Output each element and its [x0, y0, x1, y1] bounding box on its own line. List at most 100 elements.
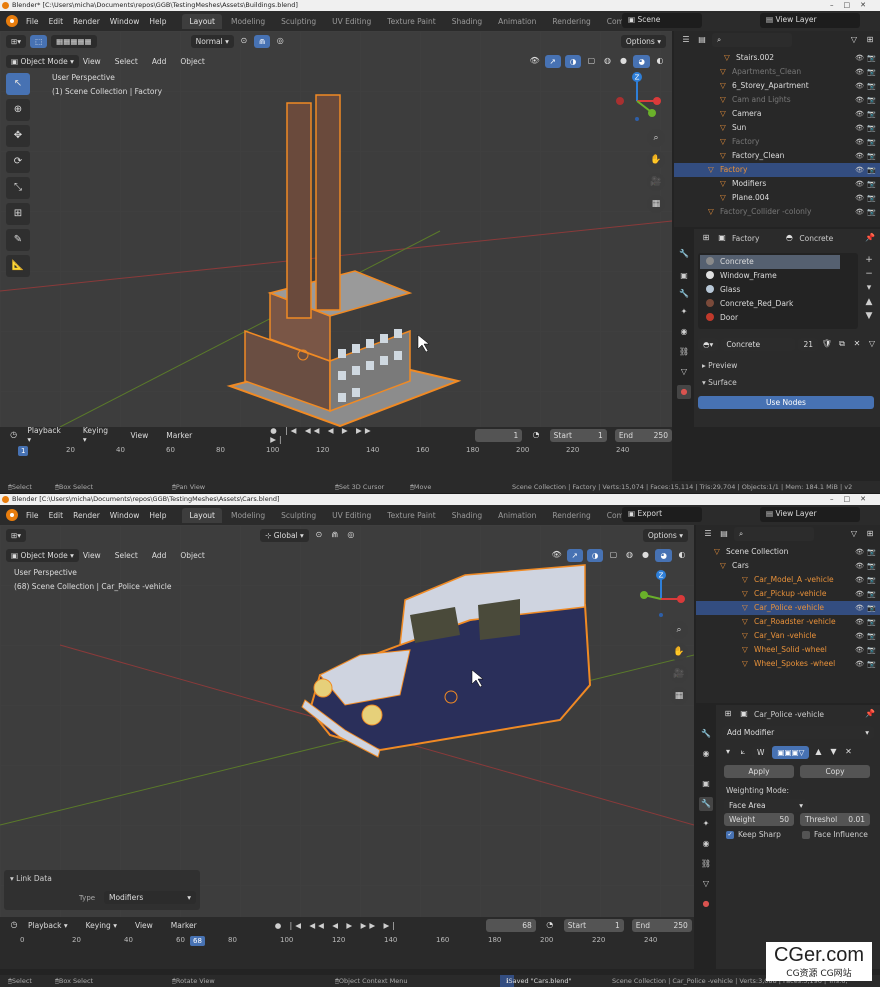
- measure-tool-icon[interactable]: 📐: [6, 255, 30, 277]
- viewport-menu-select[interactable]: Select: [115, 551, 138, 560]
- menu-render[interactable]: Render: [73, 17, 100, 26]
- render-camera-icon[interactable]: 📷: [867, 135, 876, 149]
- render-camera-icon[interactable]: 📷: [867, 559, 876, 573]
- object-tab-icon[interactable]: ▣: [699, 777, 713, 791]
- outliner-row[interactable]: ▽ Factory_Clean 👁 📷: [674, 149, 880, 163]
- browse-material-icon[interactable]: ◓▾: [698, 337, 719, 351]
- playback-controls[interactable]: ● |◀ ◀◀ ◀ ▶ ▶▶ ▶|: [275, 921, 398, 930]
- tab-modeling[interactable]: Modeling: [224, 508, 272, 523]
- timeline-keying[interactable]: Keying ▾: [83, 426, 113, 444]
- menu-edit[interactable]: Edit: [49, 17, 64, 26]
- overlay-toggle[interactable]: ◑: [586, 548, 604, 562]
- keep-sharp-checkbox[interactable]: ✓ Keep Sharp: [726, 830, 781, 839]
- material-slot[interactable]: Concrete: [700, 255, 840, 269]
- viewport-menu-object[interactable]: Object: [180, 57, 204, 66]
- start-frame-field[interactable]: Start 1: [549, 428, 607, 442]
- 3d-viewport[interactable]: ⊞▾ ⊹ Global ▾ ⊙ ⋒ ◎ Options ▾ ▣ Object M…: [0, 525, 694, 917]
- tool-tab-icon[interactable]: 🔧: [677, 247, 691, 261]
- tab-animation[interactable]: Animation: [491, 14, 543, 29]
- link-type-dropdown[interactable]: Modifiers ▾: [104, 891, 196, 904]
- scene-selector[interactable]: ▣ Scene: [622, 13, 702, 28]
- remove-slot-icon[interactable]: −: [862, 267, 876, 281]
- tab-rendering[interactable]: Rendering: [545, 14, 597, 29]
- outliner-row[interactable]: ▽ Cars 👁 📷: [696, 559, 880, 573]
- modifier-tab-icon[interactable]: 🔧: [699, 797, 713, 811]
- camera-view-icon[interactable]: 🎥: [647, 173, 665, 191]
- modifier-down-icon[interactable]: ▼: [827, 746, 839, 758]
- render-camera-icon[interactable]: 📷: [867, 121, 876, 135]
- outliner-row[interactable]: ▽ Stairs.002 👁 📷: [674, 51, 880, 65]
- visibility-eye-icon[interactable]: 👁: [855, 177, 864, 191]
- render-camera-icon[interactable]: 📷: [867, 205, 876, 219]
- outliner-row[interactable]: ▽ Wheel_Spokes -wheel 👁 📷: [696, 657, 880, 671]
- visibility-eye-icon[interactable]: 👁: [855, 643, 864, 657]
- display-mode-icon[interactable]: ▤: [696, 34, 708, 46]
- outliner-search[interactable]: ⌕: [712, 33, 792, 47]
- modifier-tab-icon[interactable]: 🔧: [677, 287, 691, 301]
- modifier-up-icon[interactable]: ▲: [812, 746, 824, 758]
- playhead[interactable]: 1: [18, 446, 29, 456]
- material-slot[interactable]: Concrete_Red_Dark: [700, 297, 840, 311]
- menu-window[interactable]: Window: [110, 17, 140, 26]
- outliner-row[interactable]: ▽ 6_Storey_Apartment 👁 📷: [674, 79, 880, 93]
- tab-modeling[interactable]: Modeling: [224, 14, 272, 29]
- shading-wireframe-icon[interactable]: ◍: [623, 549, 635, 561]
- viewport-menu-select[interactable]: Select: [115, 57, 138, 66]
- render-camera-icon[interactable]: 📷: [867, 643, 876, 657]
- link-data-title[interactable]: ▾ Link Data: [10, 874, 52, 883]
- visibility-icon[interactable]: 👁: [529, 55, 541, 67]
- annotate-tool-icon[interactable]: ✎: [6, 229, 30, 251]
- scene-selector[interactable]: ▣ Export: [622, 507, 702, 522]
- physics-tab-icon[interactable]: ◉: [699, 837, 713, 851]
- outliner-editor-icon[interactable]: ☰: [680, 34, 692, 46]
- playback-controls[interactable]: ● |◀ ◀◀ ◀ ▶ ▶▶ ▶|: [270, 426, 386, 444]
- options-dropdown[interactable]: Options ▾: [620, 34, 666, 48]
- cursor-tool-icon[interactable]: ⊕: [6, 99, 30, 121]
- visibility-eye-icon[interactable]: 👁: [855, 545, 864, 559]
- object-tab-icon[interactable]: ▣: [677, 269, 691, 283]
- render-camera-icon[interactable]: 📷: [867, 573, 876, 587]
- viewport-menu-add[interactable]: Add: [152, 551, 167, 560]
- render-camera-icon[interactable]: 📷: [867, 149, 876, 163]
- timeline-playback[interactable]: Playback ▾: [27, 426, 64, 444]
- visibility-eye-icon[interactable]: 👁: [855, 149, 864, 163]
- tab-shading[interactable]: Shading: [445, 508, 489, 523]
- visibility-eye-icon[interactable]: 👁: [855, 135, 864, 149]
- apply-button[interactable]: Apply: [724, 765, 794, 778]
- render-camera-icon[interactable]: 📷: [867, 191, 876, 205]
- render-camera-icon[interactable]: 📷: [867, 163, 876, 177]
- menu-help[interactable]: Help: [149, 511, 166, 520]
- select-tool-icon[interactable]: ↖: [6, 73, 30, 95]
- pin-icon[interactable]: 📌: [864, 708, 876, 720]
- add-modifier-dropdown[interactable]: Add Modifier ▾: [722, 726, 874, 739]
- new-collection-icon[interactable]: ⊞: [864, 528, 876, 540]
- render-camera-icon[interactable]: 📷: [867, 657, 876, 671]
- object-mode-dropdown[interactable]: ▣ Object Mode ▾: [6, 548, 79, 562]
- tab-sculpting[interactable]: Sculpting: [274, 14, 323, 29]
- blender-menu-icon[interactable]: [6, 15, 18, 27]
- transform-orientation-dropdown[interactable]: Normal ▾: [190, 34, 234, 48]
- material-link-icon[interactable]: ▽: [866, 338, 878, 350]
- start-frame-field[interactable]: Start 1: [563, 918, 624, 932]
- zoom-icon[interactable]: ⌕: [670, 621, 688, 639]
- slot-menu-icon[interactable]: ▾: [862, 281, 876, 295]
- filter-icon[interactable]: ▽: [848, 34, 860, 46]
- render-camera-icon[interactable]: 📷: [867, 51, 876, 65]
- threshold-field[interactable]: Threshol 0.01: [800, 813, 870, 826]
- timeline-editor-icon[interactable]: ◷: [8, 919, 20, 931]
- tab-layout[interactable]: Layout: [182, 507, 222, 523]
- move-tool-icon[interactable]: ✥: [6, 125, 30, 147]
- options-dropdown[interactable]: Options ▾: [642, 528, 688, 542]
- outliner-row[interactable]: ▽ Camera 👁 📷: [674, 107, 880, 121]
- snap-icon[interactable]: ⋒: [329, 529, 341, 541]
- visibility-eye-icon[interactable]: 👁: [855, 93, 864, 107]
- transform-tool-icon[interactable]: ⊞: [6, 203, 30, 225]
- render-camera-icon[interactable]: 📷: [867, 107, 876, 121]
- shading-material-icon[interactable]: ◕: [655, 548, 672, 562]
- camera-view-icon[interactable]: 🎥: [670, 665, 688, 683]
- blender-menu-icon[interactable]: [6, 509, 18, 521]
- outliner-row[interactable]: ▽ Car_Pickup -vehicle 👁 📷: [696, 587, 880, 601]
- 3d-viewport[interactable]: ⊞▾ ⬚ ▦▦▦▦▦ Normal ▾ ⊙ ⋒ ◎ Options ▾ ▣ Ob…: [0, 31, 672, 427]
- duplicate-material-icon[interactable]: ⧉: [836, 338, 848, 350]
- material-tab-icon[interactable]: ●: [699, 897, 713, 911]
